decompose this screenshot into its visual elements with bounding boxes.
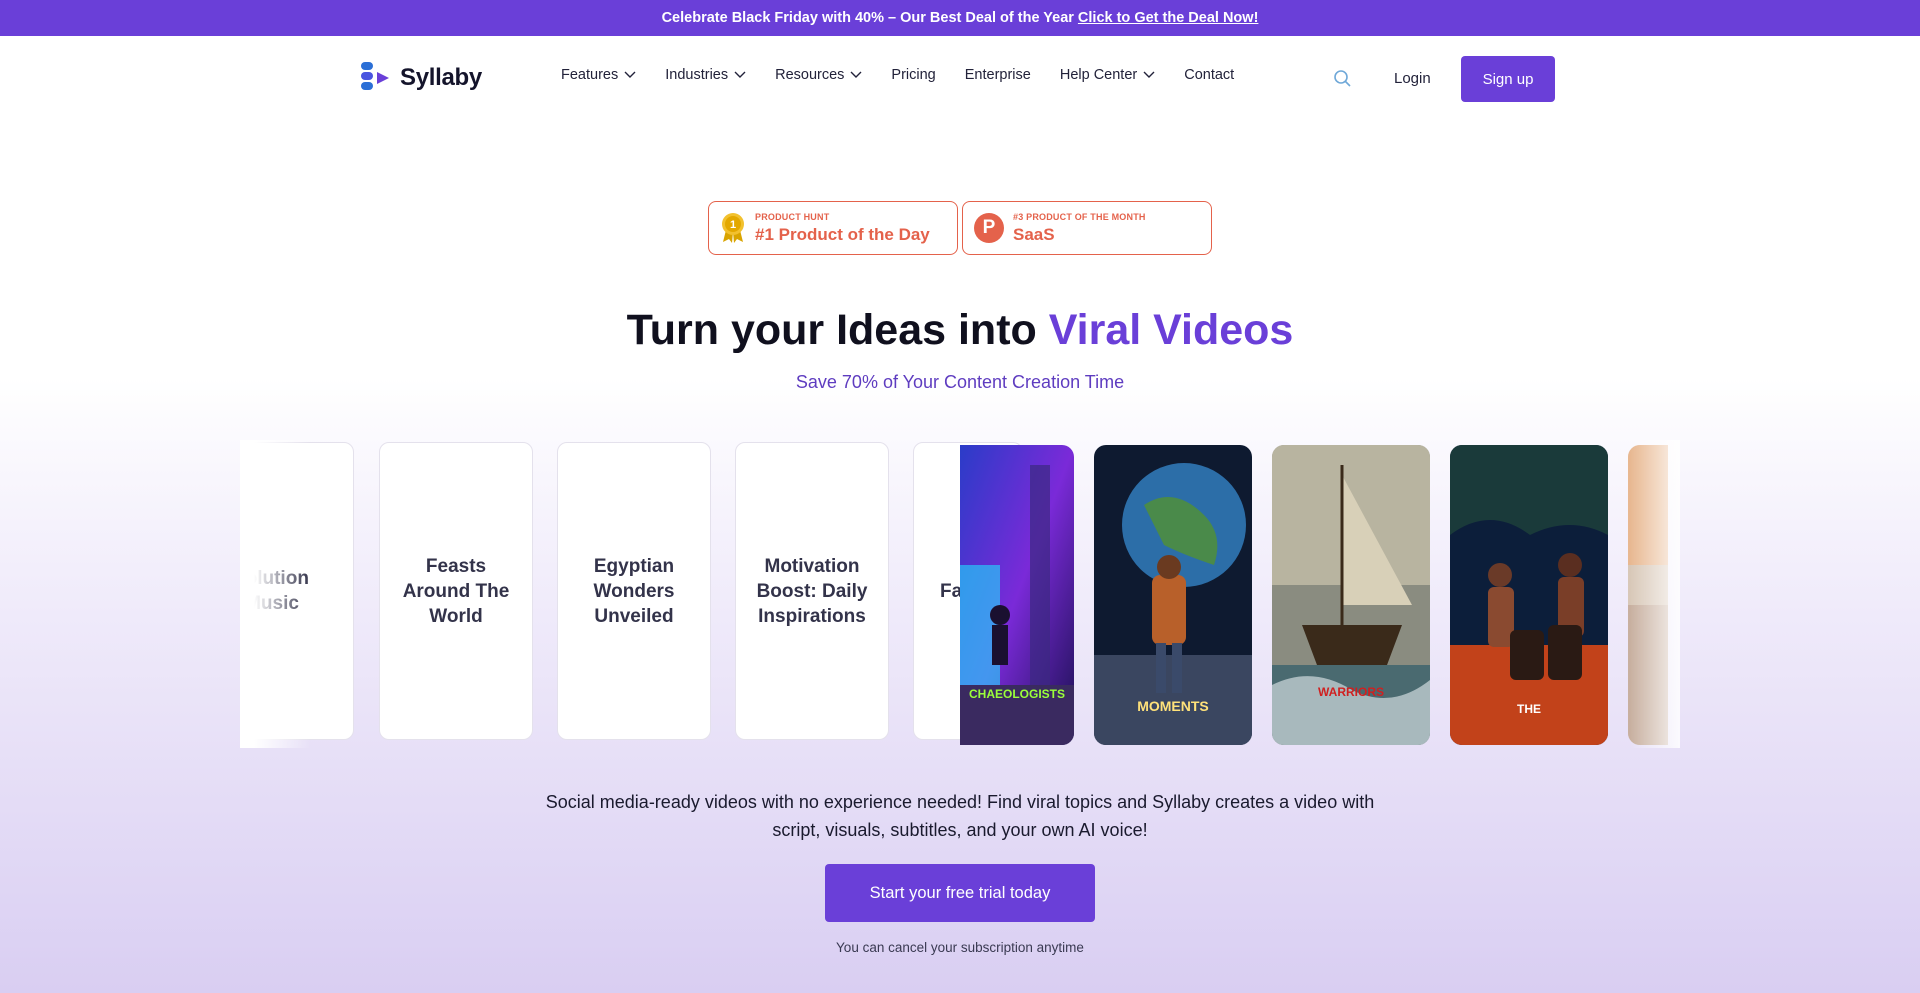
nav-item-contact[interactable]: Contact: [1184, 67, 1234, 83]
topic-card[interactable]: Egyptian Wonders Unveiled: [557, 442, 711, 740]
video-thumbnail[interactable]: THE: [1450, 445, 1608, 745]
product-hunt-day-badge[interactable]: 1 PRODUCT HUNT #1 Product of the Day: [708, 201, 958, 255]
product-hunt-icon: P: [974, 213, 1004, 243]
topic-card[interactable]: Feasts Around The World: [379, 442, 533, 740]
nav-item-label: Enterprise: [964, 67, 1031, 83]
chevron-down-icon: [734, 71, 746, 78]
chevron-down-icon: [850, 71, 862, 78]
product-hunt-month-badge[interactable]: P #3 PRODUCT OF THE MONTH SaaS: [962, 201, 1212, 255]
topic-card[interactable]: Motivation Boost: Daily Inspirations: [735, 442, 889, 740]
syllaby-logo-icon: [361, 62, 389, 90]
hero-subtitle: Save 70% of Your Content Creation Time: [795, 372, 1125, 392]
start-free-trial-button[interactable]: Start your free trial today: [825, 864, 1095, 922]
video-image: [1272, 445, 1430, 745]
video-image: [1450, 445, 1608, 745]
topic-card-label: Motivation Boost: Daily Inspirations: [756, 555, 868, 627]
nav-item-industries[interactable]: Industries: [665, 67, 746, 83]
badge-title: #1 Product of the Day: [755, 224, 930, 244]
nav-item-label: Contact: [1184, 67, 1235, 83]
search-icon[interactable]: [1333, 69, 1353, 89]
cancel-note: You can cancel your subscription anytime: [836, 940, 1084, 955]
signup-button[interactable]: Sign up: [1461, 56, 1555, 102]
brand-logo[interactable]: Syllaby: [359, 61, 482, 95]
badge-caption: PRODUCT HUNT: [755, 211, 830, 222]
nav-item-features[interactable]: Features: [561, 67, 636, 83]
badge-caption: #3 PRODUCT OF THE MONTH: [1013, 211, 1146, 222]
badge-title: SaaS: [1013, 224, 1055, 244]
video-caption: MOMENTS: [1137, 698, 1209, 714]
hero-description: Social media-ready videos with no experi…: [545, 792, 1375, 840]
login-link[interactable]: Login: [1394, 70, 1431, 87]
video-caption: THE: [1517, 702, 1541, 716]
nav-item-resources[interactable]: Resources: [775, 67, 862, 83]
video-thumbnail[interactable]: WARRIORS: [1272, 445, 1430, 745]
promo-deal-link[interactable]: Click to Get the Deal Now!: [1078, 10, 1258, 26]
main-menu: Features Industries Resources Pricing En…: [561, 67, 1234, 83]
brand-name: Syllaby: [400, 64, 482, 91]
topic-card-label: Egyptian Wonders Unveiled: [593, 555, 675, 627]
chevron-down-icon: [624, 71, 636, 78]
nav-item-pricing[interactable]: Pricing: [891, 67, 935, 83]
nav-item-help-center[interactable]: Help Center: [1060, 67, 1155, 83]
chevron-down-icon: [1143, 71, 1155, 78]
carousel-fade-left: [240, 440, 310, 748]
promo-banner: Celebrate Black Friday with 40% – Our Be…: [0, 0, 1920, 36]
top-navigation: Syllaby Features Industries Resources Pr…: [0, 36, 1920, 120]
hero-title-prefix: Turn your Ideas into: [626, 306, 1037, 354]
promo-text: Celebrate Black Friday with 40% – Our Be…: [661, 10, 1074, 26]
nav-item-enterprise[interactable]: Enterprise: [965, 67, 1031, 83]
video-caption: WARRIORS: [1318, 685, 1384, 699]
video-caption: CHAEOLOGISTS: [968, 687, 1065, 701]
nav-item-label: Help Center: [1059, 67, 1138, 83]
nav-item-label: Features: [561, 67, 619, 83]
hero-title-accent: Viral Videos: [1048, 306, 1294, 354]
video-thumbnail[interactable]: MOMENTS: [1094, 445, 1252, 745]
badge-text: PRODUCT HUNT #1 Product of the Day: [755, 212, 930, 245]
nav-item-label: Resources: [775, 67, 845, 83]
nav-item-label: Industries: [665, 67, 729, 83]
video-thumbnail[interactable]: CHAEOLOGISTS: [960, 445, 1074, 745]
topic-card-label: Feasts Around The World: [402, 555, 510, 627]
carousel-fade-right: [1630, 440, 1680, 748]
medal-icon: 1: [722, 213, 744, 243]
nav-item-label: Pricing: [891, 67, 936, 83]
badge-text: #3 PRODUCT OF THE MONTH SaaS: [1013, 212, 1146, 245]
hero-title: Turn your Ideas into Viral Videos: [0, 306, 1920, 355]
video-carousel: volution Music Feasts Around The World E…: [240, 440, 1680, 748]
svg-text:1: 1: [730, 219, 736, 231]
